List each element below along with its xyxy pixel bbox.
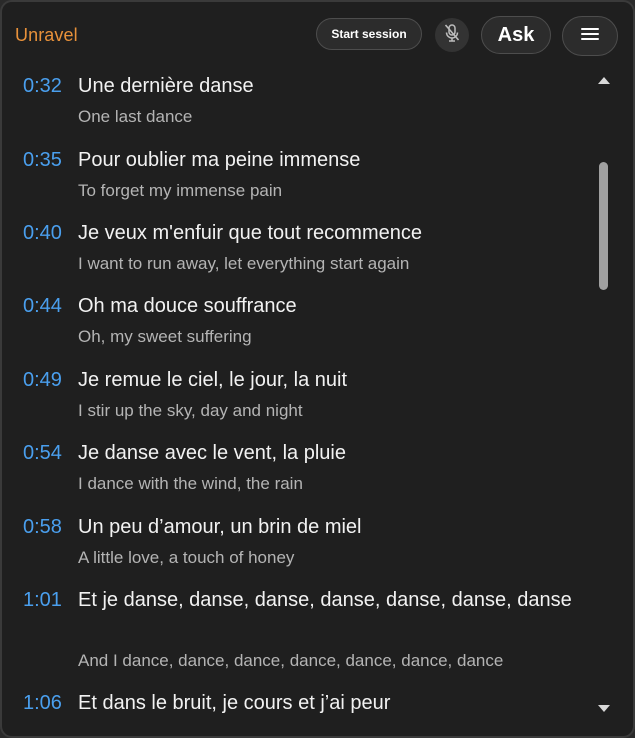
header: Unravel Start session Ask: [2, 2, 633, 68]
scroll-up-arrow[interactable]: [598, 77, 610, 84]
lyric-original: Une dernière danse: [78, 75, 254, 97]
lyric-timestamp[interactable]: 0:54: [23, 440, 62, 466]
lyric-timestamp[interactable]: 0:49: [23, 367, 62, 393]
lyric-original: Je veux m'enfuir que tout recommence: [78, 222, 422, 244]
lyric-translation: I dance with the wind, the rain: [78, 474, 303, 493]
lyric-translation: And I dance, dance, dance, dance, dance,…: [78, 651, 504, 670]
lyric-timestamp[interactable]: 1:01: [23, 587, 62, 613]
lyric-original: Oh ma douce souffrance: [78, 295, 297, 317]
lyric-translation: Oh, my sweet suffering: [78, 327, 252, 346]
lyric-translation: One last dance: [78, 107, 193, 126]
lyric-timestamp[interactable]: 0:44: [23, 293, 62, 319]
lyric-translation: A little love, a touch of honey: [78, 548, 295, 567]
lyric-translation: To forget my immense pain: [78, 181, 283, 200]
lyric-timestamp[interactable]: 0:32: [23, 73, 62, 99]
lyric-original: Pour oublier ma peine immense: [78, 149, 361, 171]
lyric-timestamp[interactable]: 0:40: [23, 220, 62, 246]
app-title: Unravel: [15, 25, 78, 45]
start-session-button[interactable]: Start session: [316, 18, 422, 50]
scrollbar-thumb[interactable]: [599, 162, 608, 290]
lyric-timestamp[interactable]: 0:58: [23, 514, 62, 540]
lyric-original: Un peu d’amour, un brin de miel: [78, 516, 362, 538]
hamburger-menu-icon: [581, 27, 599, 46]
mic-button[interactable]: [435, 18, 469, 52]
lyric-translation: I stir up the sky, day and night: [78, 401, 303, 420]
scroll-down-arrow[interactable]: [598, 705, 610, 712]
lyric-original: Et dans le bruit, je cours et j’ai peur: [78, 692, 391, 714]
menu-button[interactable]: [562, 16, 618, 56]
lyrics-panel: Unravel Start session Ask 0:32 Une derni…: [0, 0, 635, 738]
lyrics-list[interactable]: 0:32 Une dernière danse One last dance 0…: [2, 68, 592, 732]
lyric-original: Et je danse, danse, danse, danse, danse,…: [78, 589, 572, 611]
lyric-timestamp[interactable]: 0:35: [23, 147, 62, 173]
lyric-original: Je remue le ciel, le jour, la nuit: [78, 369, 348, 391]
ask-button[interactable]: Ask: [481, 16, 551, 54]
lyric-timestamp[interactable]: 1:06: [23, 690, 62, 716]
lyric-translation: I want to run away, let everything start…: [78, 254, 410, 273]
lyric-original: Je danse avec le vent, la pluie: [78, 442, 346, 464]
mic-off-icon: [443, 23, 461, 48]
